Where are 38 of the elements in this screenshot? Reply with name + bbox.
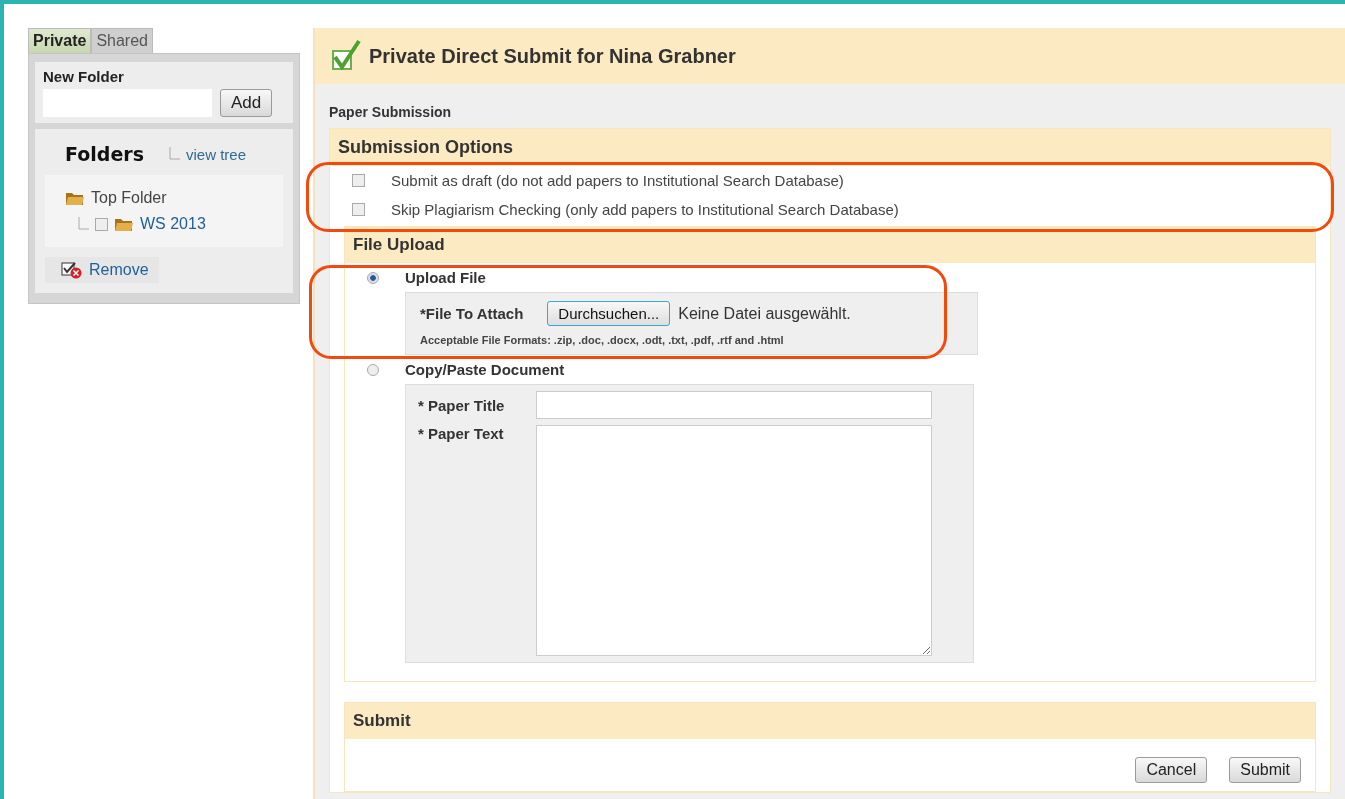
paper-text-field[interactable] bbox=[536, 425, 932, 656]
method-label: Upload File bbox=[405, 269, 486, 286]
view-tree-link[interactable]: view tree bbox=[185, 145, 246, 163]
remove-button[interactable]: Remove bbox=[45, 257, 159, 283]
title-label: * Paper Title bbox=[418, 396, 506, 414]
folder-name[interactable]: WS 2013 bbox=[140, 215, 206, 233]
tree-branch-icon bbox=[77, 217, 89, 231]
folder-icon bbox=[65, 190, 85, 206]
form-button[interactable]: Submit bbox=[1229, 757, 1301, 783]
folder-checkbox[interactable] bbox=[95, 217, 108, 231]
paper-title-field[interactable] bbox=[536, 391, 932, 419]
method-radio[interactable] bbox=[367, 363, 379, 376]
remove-icon bbox=[61, 261, 83, 279]
option-checkbox[interactable] bbox=[352, 203, 365, 216]
page-title: Private Direct Submit for Nina Grabner bbox=[369, 44, 736, 68]
folder-tab[interactable]: Shared bbox=[91, 28, 153, 53]
folder-icon bbox=[114, 216, 134, 232]
add-button[interactable]: Add bbox=[220, 89, 273, 117]
method-radio[interactable] bbox=[367, 271, 379, 284]
form-button[interactable]: Cancel bbox=[1135, 757, 1208, 783]
file-label: *File To Attach bbox=[420, 305, 524, 322]
section-title: Submit bbox=[345, 703, 1315, 739]
breadcrumb: Paper Submission bbox=[329, 104, 453, 120]
folder-tab[interactable]: Private bbox=[28, 28, 92, 53]
method-label: Copy/Paste Document bbox=[405, 361, 565, 378]
tree-branch-icon bbox=[167, 147, 180, 161]
text-label: * Paper Text bbox=[418, 425, 505, 442]
check-icon bbox=[331, 39, 361, 73]
folder-name[interactable]: Top Folder bbox=[91, 189, 167, 207]
new-folder-label: New Folder bbox=[43, 68, 125, 85]
file-status: Keine Datei ausgewählt. bbox=[678, 304, 851, 323]
browse-button[interactable]: Durchsuchen... bbox=[547, 301, 671, 326]
formats-note: Acceptable File Formats: .zip, .doc, .docx, .odt, .txt, .pdf, .rtf and .html bbox=[420, 334, 785, 346]
option-label: Skip Plagiarism Checking (only add papers to Institutional Search Database) bbox=[391, 201, 899, 218]
folders-title: Folders bbox=[65, 143, 144, 165]
option-label: Submit as draft (do not add papers to Institutional Search Database) bbox=[391, 172, 844, 189]
option-checkbox[interactable] bbox=[352, 174, 365, 187]
section-title: Submission Options bbox=[330, 129, 1330, 166]
